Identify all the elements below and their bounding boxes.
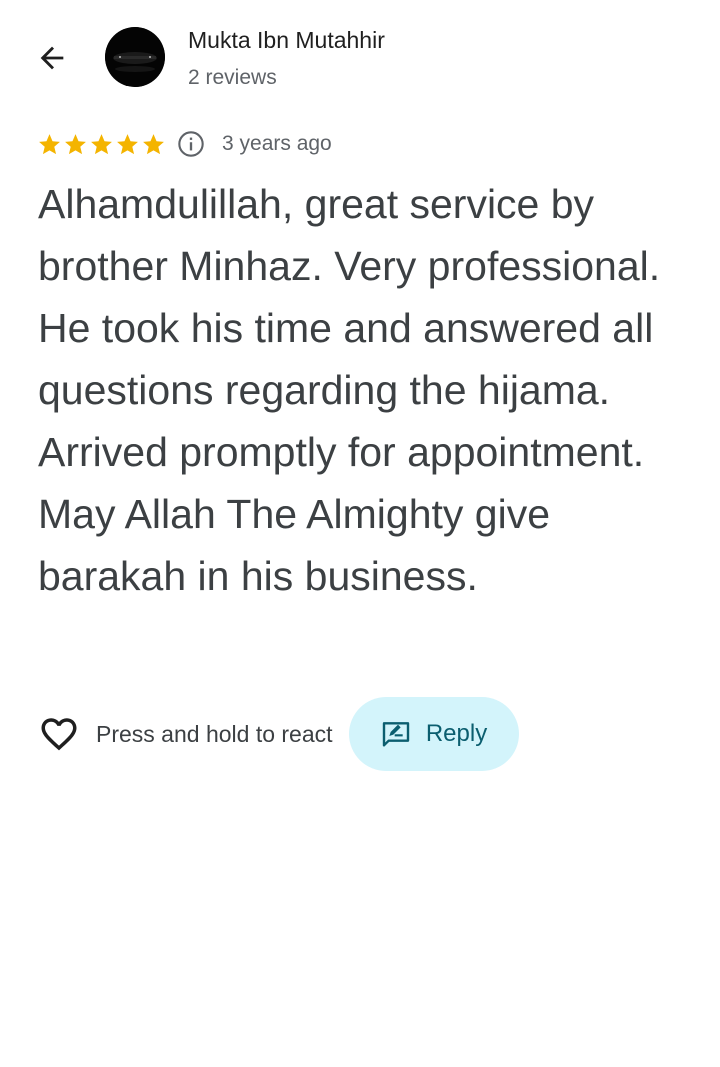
reply-button[interactable]: Reply — [348, 697, 519, 771]
star-icon — [65, 133, 86, 154]
star-icon — [91, 133, 112, 154]
rating-row: 3 years ago — [37, 127, 332, 161]
star-icon — [117, 133, 138, 154]
review-date: 3 years ago — [222, 132, 332, 155]
reply-label: Reply — [425, 720, 488, 747]
back-button[interactable] — [28, 34, 76, 82]
reviewer-review-count: 2 reviews — [188, 66, 277, 89]
reviewer-name[interactable]: Mukta Ibn Mutahhir — [188, 24, 385, 56]
react-label: Press and hold to react — [96, 720, 333, 747]
star-rating — [37, 132, 166, 157]
review-page: Mukta Ibn Mutahhir 2 reviews 3 years ago… — [0, 0, 720, 1067]
info-icon[interactable] — [176, 129, 206, 159]
star-icon — [39, 133, 60, 154]
star-icon — [143, 133, 164, 154]
reply-icon — [380, 718, 412, 750]
heart-icon — [38, 713, 80, 755]
avatar-image — [105, 27, 165, 87]
avatar[interactable] — [105, 27, 165, 87]
review-header: Mukta Ibn Mutahhir 2 reviews — [0, 0, 720, 110]
back-arrow-icon — [40, 46, 64, 70]
review-actions: Press and hold to react Reply — [38, 697, 519, 771]
review-text: Alhamdulillah, great service by brother … — [38, 181, 661, 599]
react-button[interactable]: Press and hold to react — [38, 713, 333, 755]
